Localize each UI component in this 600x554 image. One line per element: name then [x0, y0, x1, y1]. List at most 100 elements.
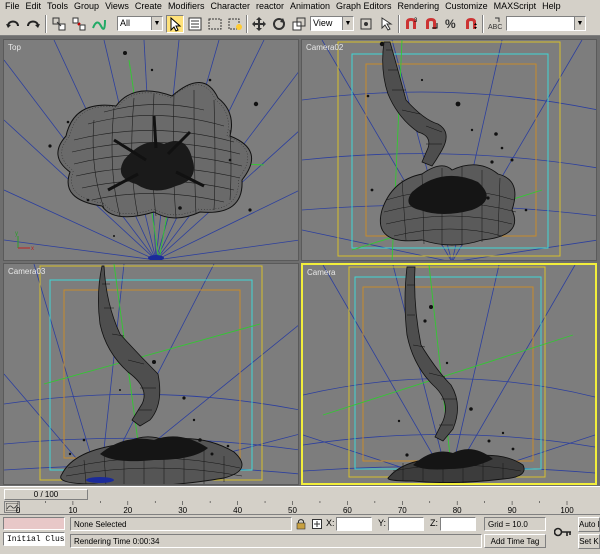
viewport-camera03[interactable]: Camera03: [3, 263, 299, 485]
select-and-link-icon[interactable]: [50, 15, 68, 33]
menu-edit[interactable]: Edit: [24, 0, 46, 12]
svg-text:x: x: [31, 246, 34, 252]
menu-character[interactable]: Character: [208, 0, 254, 12]
chevron-down-icon: ▼: [574, 17, 585, 30]
auto-key-button[interactable]: Auto K: [578, 517, 600, 532]
named-selection-sets-dropdown[interactable]: ▼: [506, 16, 586, 31]
spinner-snap-icon[interactable]: [462, 15, 480, 33]
maxscript-listener-text: Initial Clust: [7, 535, 65, 544]
chevron-down-icon: ▼: [151, 17, 162, 30]
timeline-tick-label: 50: [288, 506, 297, 514]
viewport-label-camera[interactable]: Camera: [307, 268, 335, 277]
timeline-tick-label: 100: [560, 506, 574, 514]
timeline-ruler[interactable]: 0 10 20 30 40 50 60 70 80 90 100: [10, 501, 575, 515]
selection-status-text: None Selected: [74, 520, 127, 529]
selection-filter-value: All: [120, 18, 131, 28]
redo-icon[interactable]: [24, 15, 42, 33]
select-and-rotate-icon[interactable]: [270, 15, 288, 33]
x-coord-label: X:: [326, 518, 335, 528]
edit-named-selection-icon[interactable]: ABC: [486, 15, 504, 33]
viewport-label-camera02[interactable]: Camera02: [306, 43, 343, 52]
select-and-manipulate-icon[interactable]: [377, 15, 395, 33]
viewport-label-camera03[interactable]: Camera03: [8, 267, 45, 276]
menu-graph-editors[interactable]: Graph Editors: [334, 0, 396, 12]
set-key-button[interactable]: Set K: [578, 534, 600, 549]
lock-icon[interactable]: [294, 517, 308, 531]
bind-to-space-warp-icon[interactable]: [90, 15, 108, 33]
absolute-mode-transform-icon[interactable]: [310, 517, 324, 531]
menu-reactor[interactable]: reactor: [254, 0, 288, 12]
camera02-scene-wireframe: [302, 40, 596, 260]
top-scene-wireframe: y x: [4, 40, 298, 260]
undo-icon[interactable]: [4, 15, 22, 33]
prompt-line: Rendering Time 0:00:34: [70, 534, 482, 548]
menu-animation[interactable]: Animation: [288, 0, 334, 12]
menu-customize[interactable]: Customize: [443, 0, 492, 12]
selection-status: None Selected: [70, 517, 292, 531]
main-toolbar: All ▼ View ▼ 3 % ABC ▼: [0, 12, 600, 36]
timeline-tick-label: 20: [123, 506, 132, 514]
snaps-toggle-icon[interactable]: 3: [402, 15, 420, 33]
camera-scene-wireframe: [303, 265, 595, 483]
frame-counter: 0 / 100: [33, 490, 59, 499]
menu-rendering[interactable]: Rendering: [396, 0, 444, 12]
window-crossing-icon[interactable]: [226, 15, 244, 33]
viewport-label-top[interactable]: Top: [8, 43, 21, 52]
select-by-name-icon[interactable]: [186, 15, 204, 33]
angle-snap-icon[interactable]: [422, 15, 440, 33]
timeline-tick-label: 10: [68, 506, 77, 514]
menu-group[interactable]: Group: [72, 0, 103, 12]
viewport-top[interactable]: Top y x: [3, 39, 299, 261]
timeline-tick-label: 80: [453, 506, 462, 514]
reference-coordinate-value: View: [313, 18, 333, 28]
select-and-scale-icon[interactable]: [290, 15, 308, 33]
time-slider[interactable]: 0 / 100: [4, 489, 88, 500]
rectangular-selection-icon[interactable]: [206, 15, 224, 33]
menu-maxscript[interactable]: MAXScript: [492, 0, 541, 12]
viewport-camera[interactable]: Camera: [301, 263, 597, 485]
pivot-center-icon[interactable]: [357, 15, 375, 33]
menu-bar: File Edit Tools Group Views Create Modif…: [0, 0, 600, 12]
maxscript-mini-listener[interactable]: Initial Clust: [3, 532, 65, 546]
grid-spacing: Grid = 10.0: [484, 517, 546, 531]
z-coord-label: Z:: [430, 518, 438, 528]
axis-tripod-icon: y x: [15, 231, 34, 252]
timeline-tick-label: 60: [343, 506, 352, 514]
grid-spacing-text: Grid = 10.0: [488, 520, 528, 529]
viewport-area: Top y x Camera02 Camera03 Camera: [0, 36, 600, 488]
timeline-panel: 0 / 100 0 10 20 30 40 50 60 70 80 90 100: [0, 486, 600, 515]
menu-modifiers[interactable]: Modifiers: [166, 0, 209, 12]
menu-views[interactable]: Views: [103, 0, 133, 12]
viewport-camera02[interactable]: Camera02: [301, 39, 597, 261]
reference-coordinate-dropdown[interactable]: View ▼: [310, 16, 354, 31]
z-coord-field[interactable]: [440, 517, 476, 531]
chevron-down-icon: ▼: [342, 17, 353, 30]
selection-filter-dropdown[interactable]: All ▼: [117, 16, 163, 31]
timeline-tick-label: 0: [16, 506, 21, 514]
prompt-line-text: Rendering Time 0:00:34: [74, 537, 160, 546]
timeline-tick-label: 40: [233, 506, 242, 514]
select-and-move-icon[interactable]: [250, 15, 268, 33]
menu-help[interactable]: Help: [540, 0, 565, 12]
auto-key-label: Auto K: [579, 520, 599, 529]
select-object-icon[interactable]: [166, 15, 184, 33]
x-coord-field[interactable]: [336, 517, 372, 531]
set-key-icon[interactable]: [552, 521, 574, 543]
svg-text:y: y: [15, 231, 18, 237]
svg-text:3: 3: [414, 18, 418, 24]
timeline-tick-label: 70: [398, 506, 407, 514]
unlink-selection-icon[interactable]: [70, 15, 88, 33]
maxscript-mini-listener-pink[interactable]: [3, 517, 65, 530]
menu-file[interactable]: File: [3, 0, 24, 12]
menu-tools[interactable]: Tools: [45, 0, 72, 12]
status-bar: Initial Clust None Selected X: Y: Z: Gri…: [0, 514, 600, 554]
add-time-tag-button[interactable]: Add Time Tag: [484, 534, 546, 548]
y-coord-label: Y:: [378, 518, 387, 528]
svg-text:ABC: ABC: [488, 24, 502, 31]
percent-snap-icon[interactable]: %: [442, 15, 460, 33]
menu-create[interactable]: Create: [133, 0, 166, 12]
y-coord-field[interactable]: [388, 517, 424, 531]
timeline-tick-label: 90: [508, 506, 517, 514]
timeline-ticks: 0 10 20 30 40 50 60 70 80 90 100: [16, 501, 574, 515]
svg-text:%: %: [445, 17, 456, 31]
